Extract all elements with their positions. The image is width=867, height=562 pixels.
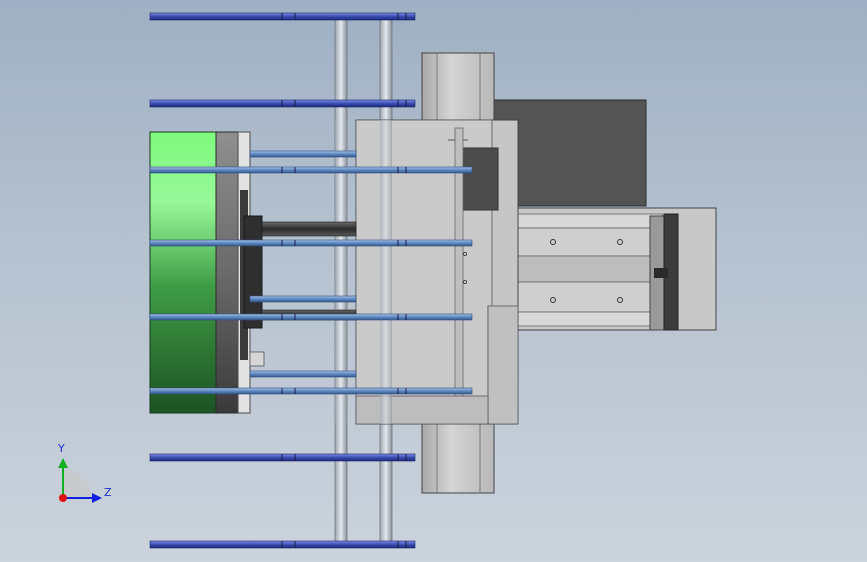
green-roller[interactable] bbox=[149, 131, 265, 414]
z-axis-label: Z bbox=[104, 486, 112, 499]
y-axis-label: Y bbox=[58, 442, 65, 455]
linear-actuator[interactable] bbox=[511, 207, 717, 331]
coordinate-triad bbox=[58, 458, 102, 503]
assembly-model[interactable] bbox=[0, 0, 867, 562]
cad-viewport[interactable]: Y Z bbox=[0, 0, 867, 562]
